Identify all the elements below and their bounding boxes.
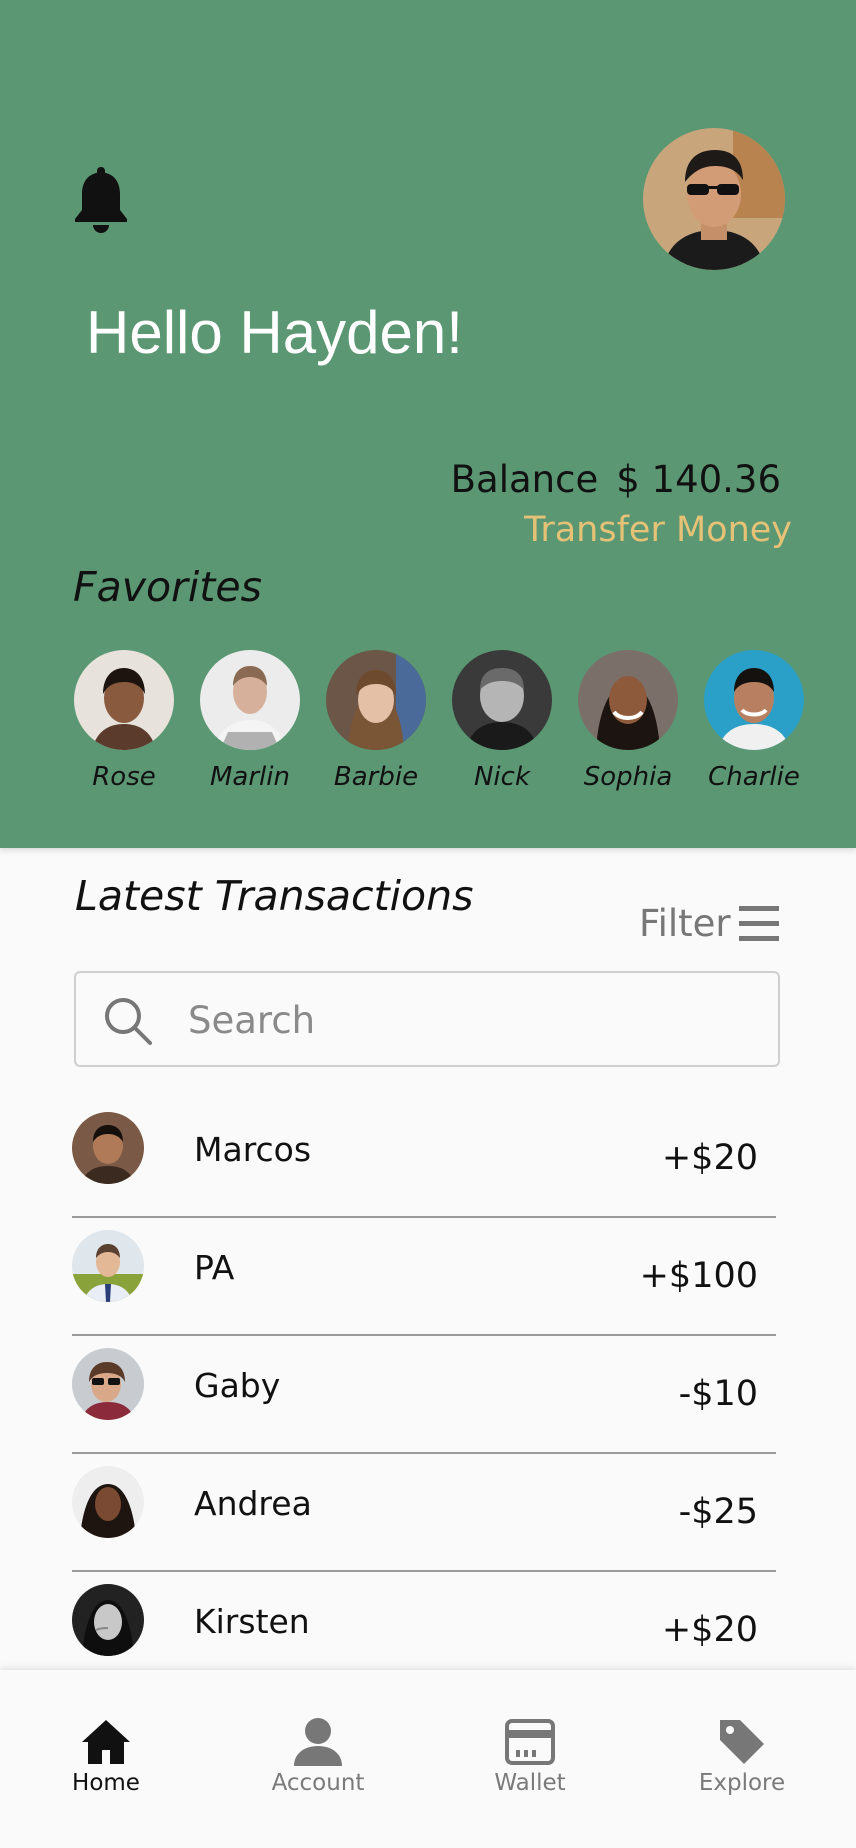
- home-icon: [82, 1720, 130, 1764]
- tag-icon: [720, 1720, 764, 1764]
- favorites-list: Rose Marlin Barbie Nick Sophia Charlie: [74, 650, 814, 792]
- avatar: [72, 1230, 144, 1302]
- favorite-name: Barbie: [333, 762, 419, 792]
- favorite-name: Charlie: [708, 762, 800, 792]
- avatar: [326, 650, 426, 750]
- profile-avatar[interactable]: [643, 128, 785, 270]
- account-icon: [294, 1718, 342, 1766]
- tab-home[interactable]: Home: [36, 1716, 176, 1796]
- transactions-title: Latest Transactions: [75, 872, 474, 920]
- tab-label: Home: [72, 1770, 140, 1796]
- tab-label: Explore: [698, 1770, 786, 1796]
- favorite-name: Sophia: [583, 762, 673, 792]
- avatar: [74, 650, 174, 750]
- transaction-amount: +$100: [639, 1256, 758, 1296]
- favorite-item[interactable]: Charlie: [704, 650, 804, 792]
- transfer-money-link[interactable]: Transfer Money: [524, 510, 792, 550]
- transaction-row[interactable]: Andrea -$25: [72, 1454, 776, 1572]
- bell-icon[interactable]: [72, 163, 130, 235]
- favorite-name: Marlin: [210, 762, 290, 792]
- favorite-item[interactable]: Rose: [74, 650, 174, 792]
- transaction-amount: -$10: [678, 1374, 758, 1414]
- transaction-name: Marcos: [194, 1130, 312, 1169]
- favorite-item[interactable]: Nick: [452, 650, 552, 792]
- wallet-icon: [505, 1719, 555, 1765]
- avatar: [72, 1112, 144, 1184]
- transaction-amount: +$20: [661, 1610, 758, 1650]
- greeting: Hello Hayden!: [86, 299, 463, 366]
- balance-label: Balance: [450, 458, 599, 501]
- transaction-name: Gaby: [194, 1366, 281, 1405]
- avatar: [72, 1348, 144, 1420]
- tab-explore[interactable]: Explore: [672, 1716, 812, 1796]
- balance: Balance $ 140.36: [451, 458, 781, 501]
- transaction-row[interactable]: PA +$100: [72, 1218, 776, 1336]
- tab-label: Account: [271, 1770, 365, 1796]
- search-box[interactable]: [74, 971, 780, 1067]
- tab-wallet[interactable]: Wallet: [460, 1716, 600, 1796]
- transaction-row[interactable]: Marcos +$20: [72, 1100, 776, 1218]
- avatar: [704, 650, 804, 750]
- filter-label: Filter: [639, 902, 731, 945]
- transaction-row[interactable]: Gaby -$10: [72, 1336, 776, 1454]
- favorite-name: Rose: [92, 762, 156, 792]
- search-input[interactable]: [186, 987, 750, 1053]
- avatar: [72, 1466, 144, 1538]
- tab-label: Wallet: [494, 1770, 566, 1796]
- transactions-list: Marcos +$20 PA +$100 Gaby -$10 Andrea -$…: [72, 1100, 776, 1690]
- search-icon: [105, 998, 152, 1045]
- balance-value: $ 140.36: [616, 458, 781, 501]
- favorite-item[interactable]: Marlin: [200, 650, 300, 792]
- transaction-amount: -$25: [678, 1492, 758, 1532]
- avatar: [72, 1584, 144, 1656]
- favorite-item[interactable]: Sophia: [578, 650, 678, 792]
- avatar: [200, 650, 300, 750]
- avatar: [452, 650, 552, 750]
- header: Hello Hayden! Balance $ 140.36 Transfer M…: [0, 0, 856, 848]
- transaction-name: Kirsten: [194, 1602, 310, 1641]
- menu-icon: [738, 905, 779, 941]
- filter-button[interactable]: Filter: [639, 902, 779, 945]
- transaction-amount: +$20: [661, 1138, 758, 1178]
- transaction-name: PA: [194, 1248, 235, 1287]
- bottom-tab-bar: Home Account Wallet Explore: [0, 1670, 856, 1848]
- favorites-title: Favorites: [73, 563, 262, 611]
- avatar: [578, 650, 678, 750]
- transaction-name: Andrea: [194, 1484, 312, 1523]
- tab-account[interactable]: Account: [248, 1716, 388, 1796]
- favorite-item[interactable]: Barbie: [326, 650, 426, 792]
- favorite-name: Nick: [473, 762, 531, 792]
